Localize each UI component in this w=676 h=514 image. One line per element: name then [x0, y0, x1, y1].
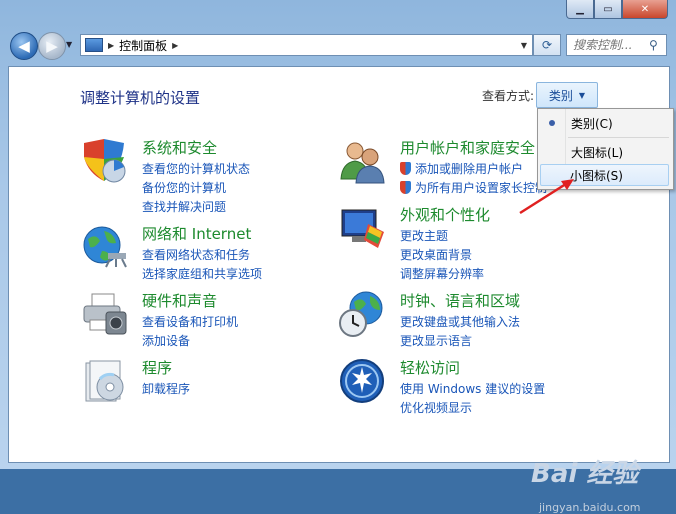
view-by-value: 类别 [548, 88, 573, 103]
category-heading[interactable]: 硬件和声音 [142, 290, 217, 311]
view-by-menu: 类别(C) 大图标(L) 小图标(S) [537, 108, 674, 190]
control-panel-icon [85, 38, 103, 52]
main-content: 调整计算机的设置 查看方式: 类别 ▼ 系统和安全 查看您的计算机状态 备份您的… [8, 66, 674, 514]
menu-item-small-icons[interactable]: 小图标(S) [540, 164, 669, 186]
link-devices-printers[interactable]: 查看设备和打印机 [142, 312, 238, 331]
category-links: 查看设备和打印机 添加设备 [142, 312, 238, 350]
link-troubleshoot[interactable]: 查找并解决问题 [142, 197, 250, 216]
close-button[interactable]: ✕ [622, 0, 668, 19]
link-optimize-display[interactable]: 优化视频显示 [400, 398, 545, 417]
recent-pages-dropdown[interactable]: ▼ [66, 40, 72, 49]
refresh-button[interactable]: ⟳ [533, 34, 561, 56]
category-links: 更改主题 更改桌面背景 调整屏幕分辨率 [400, 226, 484, 283]
category-heading[interactable]: 外观和个性化 [400, 204, 490, 225]
category-links: 使用 Windows 建议的设置 优化视频显示 [400, 379, 545, 417]
link-uninstall-program[interactable]: 卸载程序 [142, 379, 190, 398]
radio-selected-icon [549, 120, 555, 126]
window-controls: ▁ ▭ ✕ [566, 0, 668, 19]
minimize-button[interactable]: ▁ [566, 0, 594, 19]
watermark-logo: Bai 经验 [531, 459, 639, 489]
search-box[interactable]: ⚲ [566, 34, 667, 56]
search-input[interactable] [571, 37, 649, 53]
maximize-button[interactable]: ▭ [594, 0, 622, 19]
forward-button[interactable]: ▶ [38, 32, 66, 60]
link-add-device[interactable]: 添加设备 [142, 331, 238, 350]
navigation-bar: ◀ ▶ ▼ ▶ 控制面板 ▶ ▼ ⟳ ⚲ [8, 30, 668, 60]
menu-item-large-icons[interactable]: 大图标(L) [540, 141, 669, 163]
category-heading[interactable]: 系统和安全 [142, 137, 217, 158]
search-icon[interactable]: ⚲ [649, 38, 665, 52]
appearance-monitor-icon [341, 209, 384, 248]
link-add-remove-users[interactable]: 添加或删除用户帐户 [400, 159, 547, 178]
network-globe-icon [83, 226, 127, 268]
category-links: 添加或删除用户帐户 为所有用户设置家长控制 [400, 159, 547, 197]
link-desktop-background[interactable]: 更改桌面背景 [400, 245, 484, 264]
menu-divider [568, 137, 669, 138]
category-links: 查看网络状态和任务 选择家庭组和共享选项 [142, 245, 262, 283]
view-by-label: 查看方式: [482, 89, 535, 103]
chevron-down-icon: ▼ [578, 90, 586, 100]
category-links: 查看您的计算机状态 备份您的计算机 查找并解决问题 [142, 159, 250, 216]
view-by-button[interactable]: 类别 ▼ [536, 82, 598, 108]
page-title: 调整计算机的设置 [80, 89, 201, 107]
address-dropdown-icon[interactable]: ▼ [516, 41, 532, 50]
category-links: 更改键盘或其他输入法 更改显示语言 [400, 312, 520, 350]
link-network-status[interactable]: 查看网络状态和任务 [142, 245, 262, 264]
menu-item-category[interactable]: 类别(C) [540, 112, 669, 134]
link-view-computer-status[interactable]: 查看您的计算机状态 [142, 159, 250, 178]
uac-shield-icon [400, 181, 411, 194]
address-bar[interactable]: ▶ 控制面板 ▶ ▼ [80, 34, 533, 56]
clock-globe-icon [339, 291, 383, 337]
category-heading[interactable]: 网络和 Internet [142, 223, 251, 244]
breadcrumb-arrow-icon[interactable]: ▶ [108, 41, 114, 50]
category-heading[interactable]: 轻松访问 [400, 357, 460, 378]
link-parental-controls[interactable]: 为所有用户设置家长控制 [400, 178, 547, 197]
category-heading[interactable]: 用户帐户和家庭安全 [400, 137, 535, 158]
link-screen-resolution[interactable]: 调整屏幕分辨率 [400, 264, 484, 283]
category-heading[interactable]: 时钟、语言和区域 [400, 290, 520, 311]
printer-icon [83, 293, 127, 335]
uac-shield-icon [400, 162, 411, 175]
window-frame: ▁ ▭ ✕ ◀ ▶ ▼ ▶ 控制面板 ▶ ▼ ⟳ ⚲ 调整计算机的设置 查看方式… [0, 0, 676, 514]
link-display-language[interactable]: 更改显示语言 [400, 331, 520, 350]
category-links: 卸载程序 [142, 379, 190, 398]
link-change-theme[interactable]: 更改主题 [400, 226, 484, 245]
ease-of-access-icon [340, 359, 384, 403]
link-backup-computer[interactable]: 备份您的计算机 [142, 178, 250, 197]
programs-disc-icon [85, 360, 124, 402]
breadcrumb-control-panel[interactable]: 控制面板 [119, 37, 167, 54]
watermark-url: jingyan.baidu.com [539, 501, 641, 514]
link-homegroup-sharing[interactable]: 选择家庭组和共享选项 [142, 264, 262, 283]
category-heading[interactable]: 程序 [142, 357, 172, 378]
breadcrumb-arrow-icon[interactable]: ▶ [172, 41, 178, 50]
back-button[interactable]: ◀ [10, 32, 38, 60]
link-windows-recommended[interactable]: 使用 Windows 建议的设置 [400, 379, 545, 398]
link-keyboard-input[interactable]: 更改键盘或其他输入法 [400, 312, 520, 331]
shield-icon [84, 139, 126, 183]
users-icon [340, 142, 385, 184]
